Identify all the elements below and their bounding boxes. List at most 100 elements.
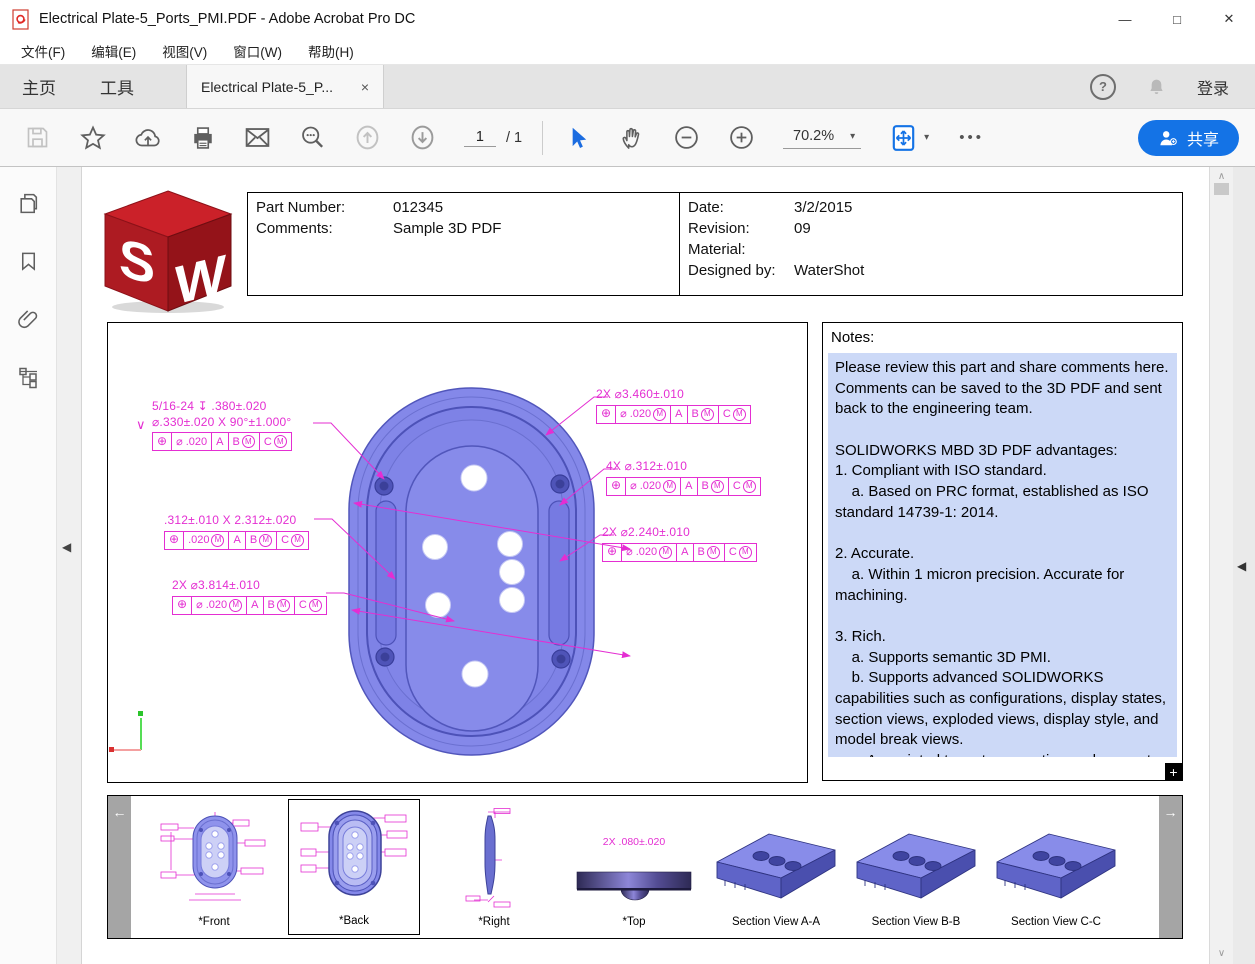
position-symbol-cell: ⊕: [607, 478, 625, 495]
part-info-row: Part Number:012345: [248, 197, 679, 218]
previous-page-icon[interactable]: [340, 123, 395, 152]
notes-panel: Notes: Please review this part and share…: [822, 322, 1183, 781]
feature-control-frame: ⊕⌀ .020MABMCM: [606, 477, 761, 496]
tab-bar: 主页 工具 Electrical Plate-5_P... × ? 登录: [0, 65, 1255, 108]
mmc-modifier: M: [653, 408, 666, 421]
section-view-image: [711, 820, 841, 912]
menu-help[interactable]: 帮助(H): [295, 41, 367, 61]
page-number-input[interactable]: [464, 128, 496, 147]
sign-in-link[interactable]: 登录: [1197, 75, 1229, 99]
tab-home[interactable]: 主页: [0, 65, 78, 108]
dimension-text: 2X ⌀2.240±.010: [602, 525, 757, 541]
dimension-text: 2X ⌀3.460±.010: [596, 387, 751, 403]
tab-close-icon[interactable]: ×: [361, 79, 369, 95]
views-scroll-left[interactable]: ←: [108, 796, 131, 938]
view-thumbnail-section-view-b-b[interactable]: Section View B-B: [850, 799, 982, 935]
tab-tools[interactable]: 工具: [78, 65, 156, 108]
text-overflow-plus-icon[interactable]: +: [1165, 763, 1182, 780]
fcf-cell: BM: [693, 544, 724, 561]
view-thumbnail-right[interactable]: *Right: [428, 799, 560, 935]
share-button-label: 共享: [1187, 126, 1219, 150]
model-tree-icon[interactable]: [16, 365, 41, 389]
scroll-up-icon[interactable]: ∧: [1210, 171, 1233, 182]
field-label: Material:: [680, 239, 794, 260]
pmi-annotation-dia-3814[interactable]: 2X ⌀3.814±.010⊕⌀ .020MABMCM: [172, 578, 327, 615]
collapse-right-arrow-icon[interactable]: ◀: [1237, 559, 1246, 573]
revision-info-box: Date:3/2/2015Revision:09Material:Designe…: [679, 192, 1183, 296]
feature-control-frame: ⊕⌀ .020MABMCM: [172, 596, 327, 615]
page-thumbnails-icon[interactable]: [16, 191, 41, 216]
view-thumbnail-section-view-c-c[interactable]: Section View C-C: [990, 799, 1122, 935]
fit-page-dropdown[interactable]: ▾: [891, 124, 929, 152]
chevron-down-icon: ▾: [850, 131, 855, 142]
pmi-annotation-dia-2240[interactable]: 2X ⌀2.240±.010⊕⌀ .020MABMCM: [602, 525, 757, 562]
thumbnail-label: *Top: [622, 916, 645, 928]
view-thumbnail-back[interactable]: *Back: [288, 799, 420, 935]
minimize-button[interactable]: —: [1099, 0, 1151, 38]
notifications-bell-icon[interactable]: [1146, 76, 1167, 98]
zoom-out-icon[interactable]: [659, 123, 714, 152]
share-button[interactable]: 共享: [1138, 120, 1239, 156]
zoom-in-icon[interactable]: [714, 123, 769, 152]
left-panel-collapse-bar[interactable]: ◀: [57, 167, 82, 964]
view-thumbnail-front[interactable]: *Front: [148, 799, 280, 935]
toolbar-divider: [542, 121, 543, 155]
print-icon[interactable]: [175, 124, 230, 152]
countersink-symbol: ∨: [136, 417, 146, 434]
revision-info-row: Material:: [680, 239, 1182, 260]
menu-view[interactable]: 视图(V): [149, 41, 220, 61]
thumbnail-label: *Right: [478, 916, 509, 928]
mmc-modifier: M: [707, 546, 720, 559]
menu-window[interactable]: 窗口(W): [220, 41, 295, 61]
fcf-cell: ⌀ .020: [171, 433, 211, 450]
thumbnail-label: Section View B-B: [872, 916, 961, 928]
pmi-annotation-dia-3460[interactable]: 2X ⌀3.460±.010⊕⌀ .020MABMCM: [596, 387, 751, 424]
scroll-down-icon[interactable]: ∨: [1210, 948, 1233, 959]
save-icon[interactable]: [10, 124, 65, 151]
fcf-cell: A: [676, 544, 692, 561]
pmi-annotation-dia-312[interactable]: 4X ⌀.312±.010⊕⌀ .020MABMCM: [606, 459, 761, 496]
zoom-level-dropdown[interactable]: 70.2% ▾: [783, 126, 861, 149]
menu-file[interactable]: 文件(F): [8, 41, 78, 61]
document-tab[interactable]: Electrical Plate-5_P... ×: [186, 65, 384, 108]
field-value: 3/2/2015: [794, 197, 852, 218]
title-bar: Electrical Plate-5_Ports_PMI.PDF - Adobe…: [0, 0, 1255, 38]
right-panel-collapse-bar[interactable]: ◀: [1233, 167, 1255, 964]
view-thumbnail-top[interactable]: 2X .080±.020 *Top: [568, 799, 700, 935]
star-icon[interactable]: [65, 124, 120, 152]
help-icon[interactable]: ?: [1090, 74, 1116, 100]
pmi-annotation-slot-pattern[interactable]: .312±.010 X 2.312±.020⊕.020MABMCM: [164, 513, 309, 550]
drawing-view[interactable]: ∨5/16-24 ↧ .380±.020⌀.330±.020 X 90°±1.0…: [107, 322, 808, 783]
email-icon[interactable]: [230, 124, 285, 151]
maximize-button[interactable]: □: [1151, 0, 1203, 38]
hand-tool-icon[interactable]: [604, 124, 659, 152]
menu-edit[interactable]: 编辑(E): [78, 41, 149, 61]
notes-text[interactable]: Please review this part and share commen…: [828, 353, 1177, 757]
dimension-text: .312±.010 X 2.312±.020: [164, 513, 309, 529]
fcf-cell: A: [670, 406, 686, 423]
close-button[interactable]: ✕: [1203, 0, 1255, 38]
views-scroll-right[interactable]: →: [1159, 796, 1182, 938]
fcf-cell: A: [246, 597, 262, 614]
cloud-upload-icon[interactable]: [120, 124, 175, 152]
thumbnail-label: Section View A-A: [732, 916, 820, 928]
search-zoom-icon[interactable]: [285, 123, 340, 152]
scrollbar-thumb[interactable]: [1214, 183, 1229, 195]
more-tools-icon[interactable]: •••: [959, 129, 984, 146]
top-view-image: [569, 854, 699, 912]
vertical-scrollbar[interactable]: ∧ ∨: [1209, 167, 1233, 964]
next-page-icon[interactable]: [395, 123, 450, 152]
revision-info-row: Revision:09: [680, 218, 1182, 239]
field-label: Date:: [680, 197, 794, 218]
attachments-icon[interactable]: [16, 307, 41, 332]
select-tool-icon[interactable]: [549, 124, 604, 152]
position-symbol-cell: ⊕: [173, 597, 191, 614]
mmc-modifier: M: [229, 599, 242, 612]
view-thumbnail-section-view-a-a[interactable]: Section View A-A: [710, 799, 842, 935]
thumbnail-label: *Back: [339, 915, 369, 927]
bookmarks-icon[interactable]: [17, 249, 40, 274]
collapse-left-arrow-icon[interactable]: ◀: [62, 540, 71, 554]
mmc-modifier: M: [659, 546, 672, 559]
thumbnail-pmi-text: 2X .080±.020: [603, 836, 665, 848]
pmi-annotation-countersunk-hole[interactable]: ∨5/16-24 ↧ .380±.020⌀.330±.020 X 90°±1.0…: [152, 399, 292, 451]
